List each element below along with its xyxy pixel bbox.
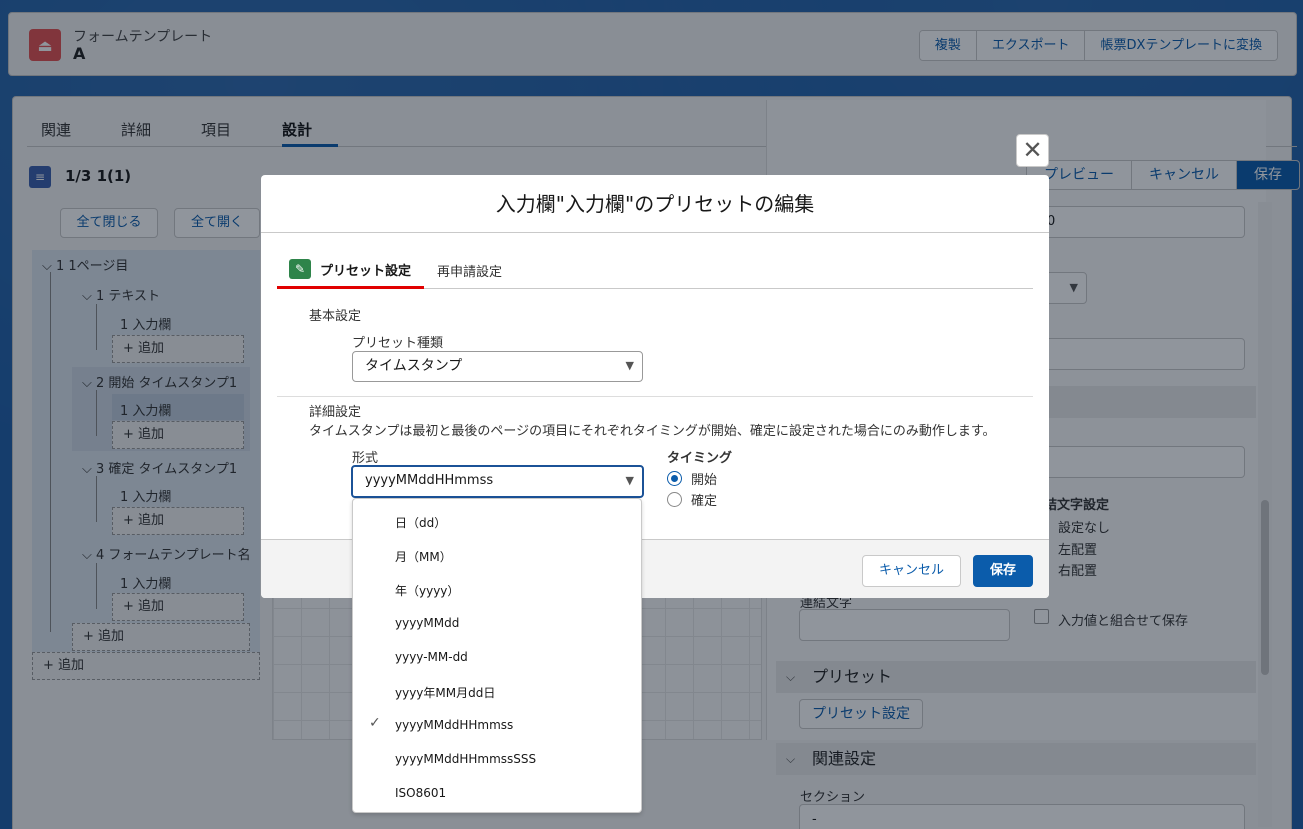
option-month[interactable]: 月（MM） <box>395 548 452 565</box>
tab-preset-settings[interactable]: ✎ プリセット設定 <box>289 259 411 279</box>
format-label: 形式 <box>352 451 379 466</box>
timing-confirm-label: 確定 <box>691 494 718 509</box>
radio-selected-icon <box>667 471 682 486</box>
detail-note: タイムスタンプは最初と最後のページの項目にそれぞれタイミングが開始、確定に設定さ… <box>309 424 996 439</box>
radio-icon <box>667 492 682 507</box>
modal-tabs: ✎ プリセット設定 再申請設定 <box>277 251 1033 289</box>
close-icon[interactable]: ✕ <box>1016 134 1049 167</box>
chevron-down-icon: ▼ <box>625 474 634 487</box>
section-divider <box>277 396 1033 397</box>
modal-cancel-button[interactable]: キャンセル <box>862 555 961 587</box>
timing-start-label: 開始 <box>691 473 718 488</box>
timing-confirm-radio[interactable]: 確定 <box>667 490 717 509</box>
pencil-icon: ✎ <box>289 259 311 279</box>
basic-settings-heading: 基本設定 <box>309 309 362 324</box>
option-yyyymmddhhmmss[interactable]: yyyyMMddHHmmss <box>395 718 513 732</box>
modal-save-button[interactable]: 保存 <box>973 555 1033 587</box>
checkmark-icon: ✓ <box>369 715 381 731</box>
option-yyyymmdd[interactable]: yyyyMMdd <box>395 616 459 630</box>
detail-settings-heading: 詳細設定 <box>309 405 362 420</box>
preset-type-select[interactable]: タイムスタンプ ▼ <box>352 351 643 382</box>
option-iso8601[interactable]: ISO8601 <box>395 786 446 800</box>
chevron-down-icon: ▼ <box>625 359 634 372</box>
option-day[interactable]: 日（dd） <box>395 514 446 531</box>
option-japanese-date[interactable]: yyyy年MM月dd日 <box>395 684 495 701</box>
timing-start-radio[interactable]: 開始 <box>667 469 717 488</box>
option-yyyy-mm-dd[interactable]: yyyy-MM-dd <box>395 650 468 664</box>
modal-title: 入力欄"入力欄"のプリセットの編集 <box>261 175 1049 233</box>
format-select[interactable]: yyyyMMddHHmmss ▼ <box>351 465 644 498</box>
tab-preset-settings-label: プリセット設定 <box>320 263 412 279</box>
option-yyyymmddhhmmsssss[interactable]: yyyyMMddHHmmssSSS <box>395 752 536 766</box>
tab-resubmit-settings[interactable]: 再申請設定 <box>437 261 502 280</box>
timing-label: タイミング <box>667 451 733 466</box>
format-dropdown-list: 日（dd） 月（MM） 年（yyyy） yyyyMMdd yyyy-MM-dd … <box>352 498 642 813</box>
active-tab-indicator <box>277 286 424 289</box>
option-year[interactable]: 年（yyyy） <box>395 582 459 599</box>
preset-type-label: プリセット種類 <box>352 336 444 351</box>
format-value: yyyyMMddHHmmss <box>365 473 494 488</box>
preset-type-value: タイムスタンプ <box>365 358 463 374</box>
